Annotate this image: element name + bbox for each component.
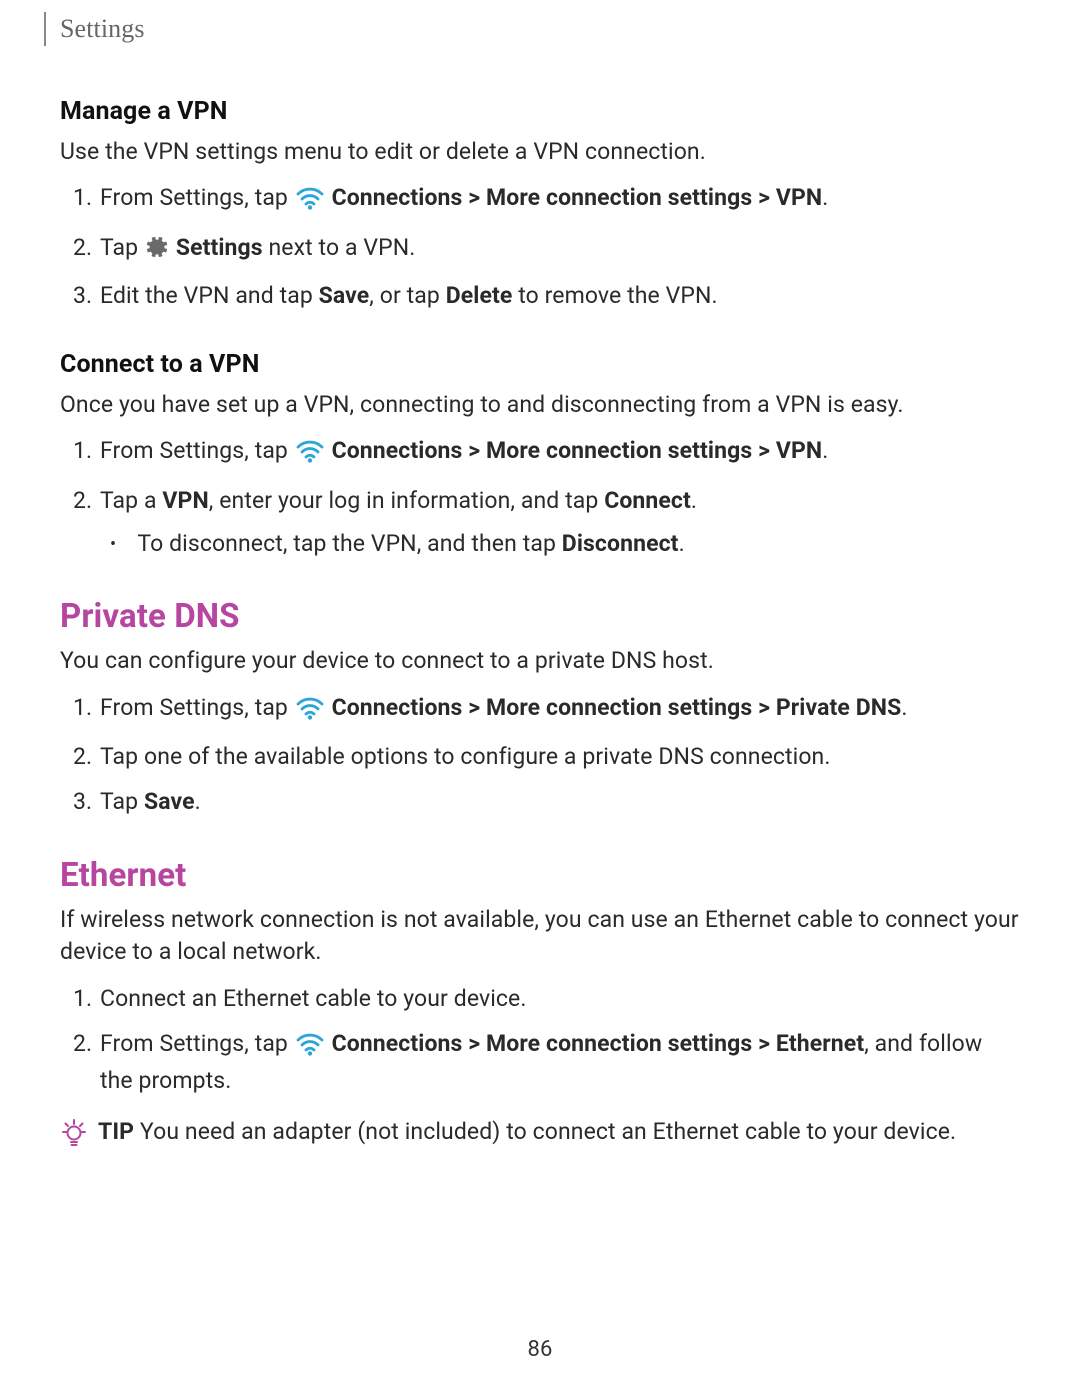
private-dns-step3: Tap Save. bbox=[98, 786, 1020, 819]
private-dns-intro: You can configure your device to connect… bbox=[60, 645, 1020, 678]
connect-vpn-heading: Connect to a VPN bbox=[60, 347, 1020, 383]
ethernet-step2: From Settings, tap Connections > More co… bbox=[98, 1028, 1020, 1098]
private-dns-heading: Private DNS bbox=[60, 594, 1020, 641]
wifi-icon bbox=[296, 439, 324, 473]
ethernet-steps: Connect an Ethernet cable to your device… bbox=[60, 983, 1020, 1098]
manage-vpn-step1: From Settings, tap Connections > More co… bbox=[98, 182, 1020, 220]
connect-vpn-step2: Tap a VPN, enter your log in information… bbox=[98, 485, 1020, 560]
ethernet-heading: Ethernet bbox=[60, 853, 1020, 900]
connect-vpn-sub1: To disconnect, tap the VPN, and then tap… bbox=[130, 528, 1020, 561]
ethernet-tip: TIP You need an adapter (not included) t… bbox=[60, 1116, 1020, 1158]
manage-vpn-intro: Use the VPN settings menu to edit or del… bbox=[60, 136, 1020, 169]
wifi-icon bbox=[296, 696, 324, 730]
connect-vpn-steps: From Settings, tap Connections > More co… bbox=[60, 435, 1020, 560]
connect-vpn-step1: From Settings, tap Connections > More co… bbox=[98, 435, 1020, 473]
ethernet-tip-text: TIP You need an adapter (not included) t… bbox=[98, 1116, 956, 1149]
gear-icon bbox=[145, 235, 169, 269]
private-dns-steps: From Settings, tap Connections > More co… bbox=[60, 692, 1020, 819]
manage-vpn-steps: From Settings, tap Connections > More co… bbox=[60, 182, 1020, 313]
manage-vpn-step3: Edit the VPN and tap Save, or tap Delete… bbox=[98, 280, 1020, 313]
page-header: Settings bbox=[44, 12, 1020, 46]
manage-vpn-heading: Manage a VPN bbox=[60, 94, 1020, 130]
page-number: 86 bbox=[0, 1334, 1080, 1365]
ethernet-step1: Connect an Ethernet cable to your device… bbox=[98, 983, 1020, 1016]
wifi-icon bbox=[296, 186, 324, 220]
connect-vpn-substeps: To disconnect, tap the VPN, and then tap… bbox=[100, 528, 1020, 561]
private-dns-step2: Tap one of the available options to conf… bbox=[98, 741, 1020, 774]
ethernet-intro: If wireless network connection is not av… bbox=[60, 904, 1020, 969]
connect-vpn-intro: Once you have set up a VPN, connecting t… bbox=[60, 389, 1020, 422]
lightbulb-icon bbox=[60, 1118, 88, 1158]
page-header-text: Settings bbox=[60, 11, 145, 48]
manage-vpn-step2: Tap Settings next to a VPN. bbox=[98, 232, 1020, 269]
private-dns-step1: From Settings, tap Connections > More co… bbox=[98, 692, 1020, 730]
wifi-icon bbox=[296, 1032, 324, 1066]
